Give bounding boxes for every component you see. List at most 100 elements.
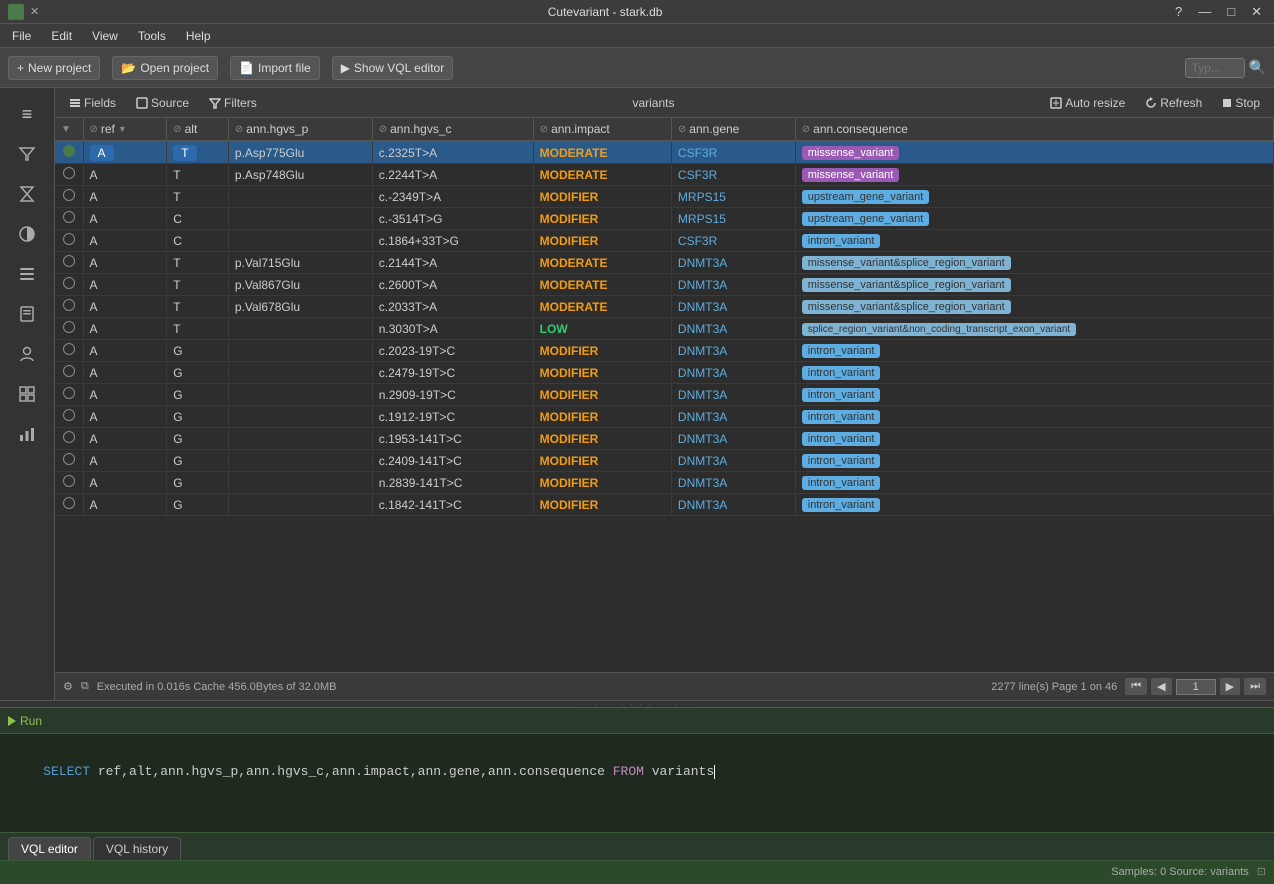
menu-help[interactable]: Help <box>178 27 219 45</box>
filter-gene-icon[interactable]: ⊘ <box>678 124 686 135</box>
row-radio[interactable] <box>55 340 83 362</box>
row-radio[interactable] <box>55 274 83 296</box>
cell-hgvsc: c.1842-141T>C <box>372 494 533 516</box>
menu-view[interactable]: View <box>84 27 126 45</box>
page-number-input[interactable] <box>1176 679 1216 695</box>
sidebar-chart-icon[interactable] <box>9 416 45 452</box>
table-row[interactable]: ACc.-3514T>GMODIFIERMRPS15upstream_gene_… <box>55 208 1274 230</box>
sql-editor[interactable]: SELECT ref,alt,ann.hgvs_p,ann.hgvs_c,ann… <box>0 734 1274 832</box>
auto-resize-button[interactable]: Auto resize <box>1044 94 1131 112</box>
filter-impact-icon[interactable]: ⊘ <box>540 124 548 135</box>
row-radio[interactable] <box>55 296 83 318</box>
sidebar-filter-icon[interactable] <box>9 136 45 172</box>
filter-ref-icon[interactable]: ⊘ <box>90 124 98 135</box>
cell-gene: MRPS15 <box>671 186 795 208</box>
filters-button[interactable]: Filters <box>203 94 263 112</box>
sidebar-grid-icon[interactable] <box>9 376 45 412</box>
import-file-button[interactable]: 📄 Import file <box>230 56 320 80</box>
table-row[interactable]: AGc.2479-19T>CMODIFIERDNMT3Aintron_varia… <box>55 362 1274 384</box>
table-row[interactable]: ATp.Asp775Gluc.2325T>AMODERATECSF3Rmisse… <box>55 141 1274 164</box>
sidebar-lines2-icon[interactable] <box>9 256 45 292</box>
consequence-badge: intron_variant <box>802 366 881 380</box>
new-project-button[interactable]: + New project <box>8 56 100 80</box>
tab-vql-editor[interactable]: VQL editor <box>8 837 91 860</box>
type-input[interactable] <box>1185 58 1245 78</box>
help-button[interactable]: ? <box>1171 4 1186 20</box>
stop-button[interactable]: Stop <box>1216 94 1266 112</box>
maximize-button[interactable]: □ <box>1223 4 1239 20</box>
row-radio[interactable] <box>55 362 83 384</box>
row-radio[interactable] <box>55 472 83 494</box>
row-radio[interactable] <box>55 230 83 252</box>
source-button[interactable]: Source <box>130 94 195 112</box>
table-row[interactable]: ATp.Val867Gluc.2600T>AMODERATEDNMT3Amiss… <box>55 274 1274 296</box>
row-radio[interactable] <box>55 318 83 340</box>
cell-alt: G <box>167 384 229 406</box>
page-next-button[interactable]: ▶ <box>1220 678 1240 695</box>
table-row[interactable]: AGc.1842-141T>CMODIFIERDNMT3Aintron_vari… <box>55 494 1274 516</box>
sidebar-halfcircle-icon[interactable] <box>9 216 45 252</box>
row-radio[interactable] <box>55 428 83 450</box>
cell-consequence: intron_variant <box>795 384 1273 406</box>
table-row[interactable]: AGc.1953-141T>CMODIFIERDNMT3Aintron_vari… <box>55 428 1274 450</box>
table-row[interactable]: AGc.2023-19T>CMODIFIERDNMT3Aintron_varia… <box>55 340 1274 362</box>
table-row[interactable]: AGc.1912-19T>CMODIFIERDNMT3Aintron_varia… <box>55 406 1274 428</box>
table-row[interactable]: ACc.1864+33T>GMODIFIERCSF3Rintron_varian… <box>55 230 1274 252</box>
row-radio[interactable] <box>55 406 83 428</box>
consequence-badge: splice_region_variant&non_coding_transcr… <box>802 323 1076 336</box>
row-radio[interactable] <box>55 141 83 164</box>
sort-ref-icon[interactable]: ▼ <box>118 124 127 134</box>
page-last-button[interactable]: ⏭ <box>1244 678 1266 695</box>
cell-hgvsc: c.2244T>A <box>372 164 533 186</box>
menu-file[interactable]: File <box>4 27 39 45</box>
tab-vql-history[interactable]: VQL history <box>93 837 181 860</box>
filter-alt-icon[interactable]: ⊘ <box>173 124 181 135</box>
impact-value: MODERATE <box>540 278 608 292</box>
open-project-button[interactable]: 📂 Open project <box>112 56 218 80</box>
refresh-button[interactable]: Refresh <box>1139 94 1208 112</box>
sidebar-person-icon[interactable] <box>9 336 45 372</box>
search-icon[interactable]: 🔍 <box>1249 59 1266 76</box>
data-table-container[interactable]: ▼ ⊘ ref ▼ ⊘ <box>55 118 1274 672</box>
consequence-badge: intron_variant <box>802 344 881 358</box>
footer-resize-icon[interactable]: ⊡ <box>1257 865 1266 878</box>
table-row[interactable]: ATp.Asp748Gluc.2244T>AMODERATECSF3Rmisse… <box>55 164 1274 186</box>
menu-tools[interactable]: Tools <box>130 27 174 45</box>
copy-icon[interactable]: ⧉ <box>81 680 89 693</box>
row-radio[interactable] <box>55 450 83 472</box>
table-row[interactable]: AGn.2909-19T>CMODIFIERDNMT3Aintron_varia… <box>55 384 1274 406</box>
filter-radio-icon[interactable]: ▼ <box>61 124 71 135</box>
row-radio[interactable] <box>55 186 83 208</box>
cell-hgvsp <box>228 362 372 384</box>
panel-divider[interactable]: · · · · · · · · · · · · · · <box>0 700 1274 708</box>
filter-hgvsp-icon[interactable]: ⊘ <box>235 124 243 135</box>
table-row[interactable]: ATc.-2349T>AMODIFIERMRPS15upstream_gene_… <box>55 186 1274 208</box>
consequence-badge: upstream_gene_variant <box>802 190 930 204</box>
menu-edit[interactable]: Edit <box>43 27 80 45</box>
table-row[interactable]: ATp.Val678Gluc.2033T>AMODERATEDNMT3Amiss… <box>55 296 1274 318</box>
sidebar-list-icon[interactable]: ≡ <box>9 96 45 132</box>
fields-button[interactable]: Fields <box>63 94 122 112</box>
sidebar-hourglass-icon[interactable] <box>9 176 45 212</box>
cell-ref: A <box>83 428 167 450</box>
filter-consequence-icon[interactable]: ⊘ <box>802 124 810 135</box>
table-row[interactable]: ATp.Val715Gluc.2144T>AMODERATEDNMT3Amiss… <box>55 252 1274 274</box>
page-first-button[interactable]: ⏮ <box>1125 678 1147 695</box>
row-radio[interactable] <box>55 164 83 186</box>
show-vql-button[interactable]: ▶ Show VQL editor <box>332 56 454 80</box>
page-prev-button[interactable]: ◀ <box>1151 678 1171 695</box>
row-radio[interactable] <box>55 494 83 516</box>
run-button[interactable]: Run <box>8 714 42 728</box>
row-radio[interactable] <box>55 208 83 230</box>
settings-icon[interactable]: ⚙ <box>63 680 73 693</box>
row-radio[interactable] <box>55 384 83 406</box>
minimize-button[interactable]: — <box>1194 4 1215 20</box>
table-row[interactable]: AGc.2409-141T>CMODIFIERDNMT3Aintron_vari… <box>55 450 1274 472</box>
table-row[interactable]: ATn.3030T>ALOWDNMT3Asplice_region_varian… <box>55 318 1274 340</box>
filter-hgvsc-icon[interactable]: ⊘ <box>379 124 387 135</box>
close-button[interactable]: ✕ <box>1247 4 1266 20</box>
row-radio[interactable] <box>55 252 83 274</box>
table-row[interactable]: AGn.2839-141T>CMODIFIERDNMT3Aintron_vari… <box>55 472 1274 494</box>
sidebar-bookmark-icon[interactable] <box>9 296 45 332</box>
gene-value: MRPS15 <box>678 212 726 226</box>
